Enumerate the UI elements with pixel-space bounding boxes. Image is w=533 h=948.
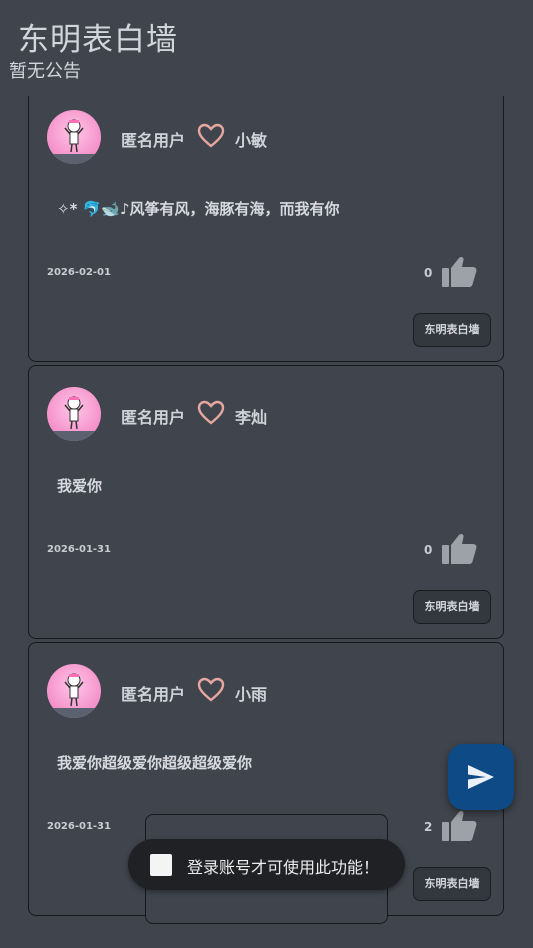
post-date: 2026-02-01 — [47, 267, 111, 278]
post-content: 我爱你超级爱你超级超级爱你 — [57, 754, 253, 772]
app-title: 东明表白墙 — [18, 22, 178, 58]
like-count: 0 — [424, 543, 433, 557]
post-date: 2026-01-31 — [47, 821, 111, 832]
sender-name: 匿名用户 — [121, 408, 186, 427]
receiver-name: 小敏 — [235, 131, 268, 150]
sender-name: 匿名用户 — [121, 685, 186, 704]
thumb-up-icon[interactable] — [441, 810, 477, 842]
post-content: ✧* 🐬🐋♪风筝有风，海豚有海，而我有你 — [57, 200, 340, 218]
post-content: 我爱你 — [57, 477, 103, 495]
heart-outline-icon — [197, 400, 225, 425]
toast-message: 登录账号才可使用此功能！ — [187, 858, 380, 877]
avatar — [47, 664, 101, 718]
post-card: 匿名用户 李灿 我爱你 2026-01-31 0 东明表白墙 — [28, 365, 504, 639]
toast: 登录账号才可使用此功能！ — [128, 839, 405, 890]
heart-outline-icon — [197, 677, 225, 702]
wall-tag-button[interactable]: 东明表白墙 — [413, 867, 491, 901]
like-count: 2 — [424, 820, 433, 834]
receiver-name: 李灿 — [235, 408, 268, 427]
wall-tag-button[interactable]: 东明表白墙 — [413, 590, 491, 624]
wall-tag-button[interactable]: 东明表白墙 — [413, 313, 491, 347]
receiver-name: 小雨 — [235, 685, 268, 704]
heart-outline-icon — [197, 123, 225, 148]
post-card: 匿名用户 小敏 ✧* 🐬🐋♪风筝有风，海豚有海，而我有你 2026-02-01 … — [28, 96, 504, 362]
like-count: 0 — [424, 266, 433, 280]
avatar — [47, 387, 101, 441]
avatar — [47, 110, 101, 164]
send-button[interactable] — [448, 744, 514, 810]
app-logo-icon — [150, 854, 172, 876]
send-icon — [468, 765, 494, 789]
notice-text: 暂无公告 — [9, 61, 81, 82]
thumb-up-icon[interactable] — [441, 256, 477, 288]
sender-name: 匿名用户 — [121, 131, 186, 150]
post-date: 2026-01-31 — [47, 544, 111, 555]
thumb-up-icon[interactable] — [441, 533, 477, 565]
